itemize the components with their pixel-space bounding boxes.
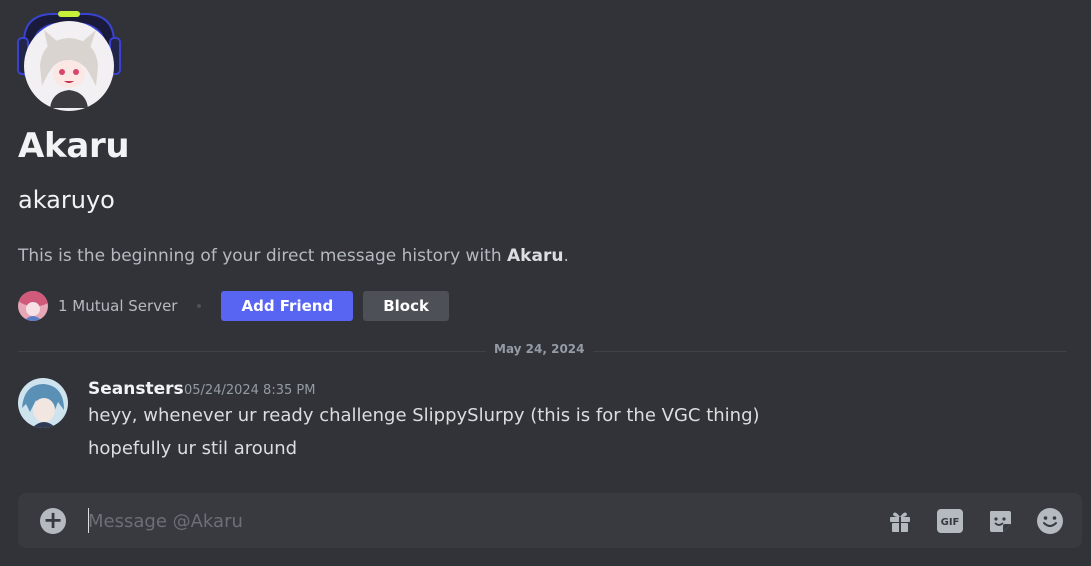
- intro-name: Akaru: [507, 246, 564, 266]
- message-author[interactable]: Seansters: [88, 379, 184, 399]
- emoji-icon[interactable]: [1036, 507, 1064, 535]
- dm-channel: Akaru akaruyo This is the beginning of y…: [0, 0, 1091, 566]
- message-timestamp: 05/24/2024 8:35 PM: [184, 383, 316, 398]
- date-divider-label: May 24, 2024: [486, 342, 593, 356]
- profile-display-name: Akaru: [18, 126, 130, 166]
- gift-icon[interactable]: [886, 507, 914, 535]
- sticker-icon[interactable]: [986, 507, 1014, 535]
- gif-icon[interactable]: GIF: [936, 507, 964, 535]
- message-text: heyy, whenever ur ready challenge Slippy…: [88, 405, 760, 426]
- message-text: hopefully ur stil around: [88, 438, 298, 459]
- message-input[interactable]: [88, 501, 868, 541]
- intro-suffix: .: [563, 246, 569, 266]
- plus-circle-icon[interactable]: +: [40, 508, 66, 534]
- intro-prefix: This is the beginning of your direct mes…: [18, 246, 508, 266]
- profile-avatar[interactable]: [10, 8, 128, 116]
- profile-username: akaruyo: [18, 186, 115, 214]
- mutual-servers-link[interactable]: 1 Mutual Server: [58, 297, 177, 315]
- svg-text:GIF: GIF: [941, 517, 960, 528]
- separator-dot: [197, 304, 202, 308]
- add-friend-button[interactable]: Add Friend: [221, 291, 354, 321]
- dm-intro-text: This is the beginning of your direct mes…: [18, 246, 569, 266]
- message-composer: + GIF: [18, 493, 1082, 548]
- mutual-server-icon[interactable]: [18, 291, 48, 321]
- block-button[interactable]: Block: [363, 291, 449, 321]
- message-author-avatar[interactable]: [18, 378, 68, 428]
- profile-actions: 1 Mutual Server Add Friend Block: [18, 290, 449, 322]
